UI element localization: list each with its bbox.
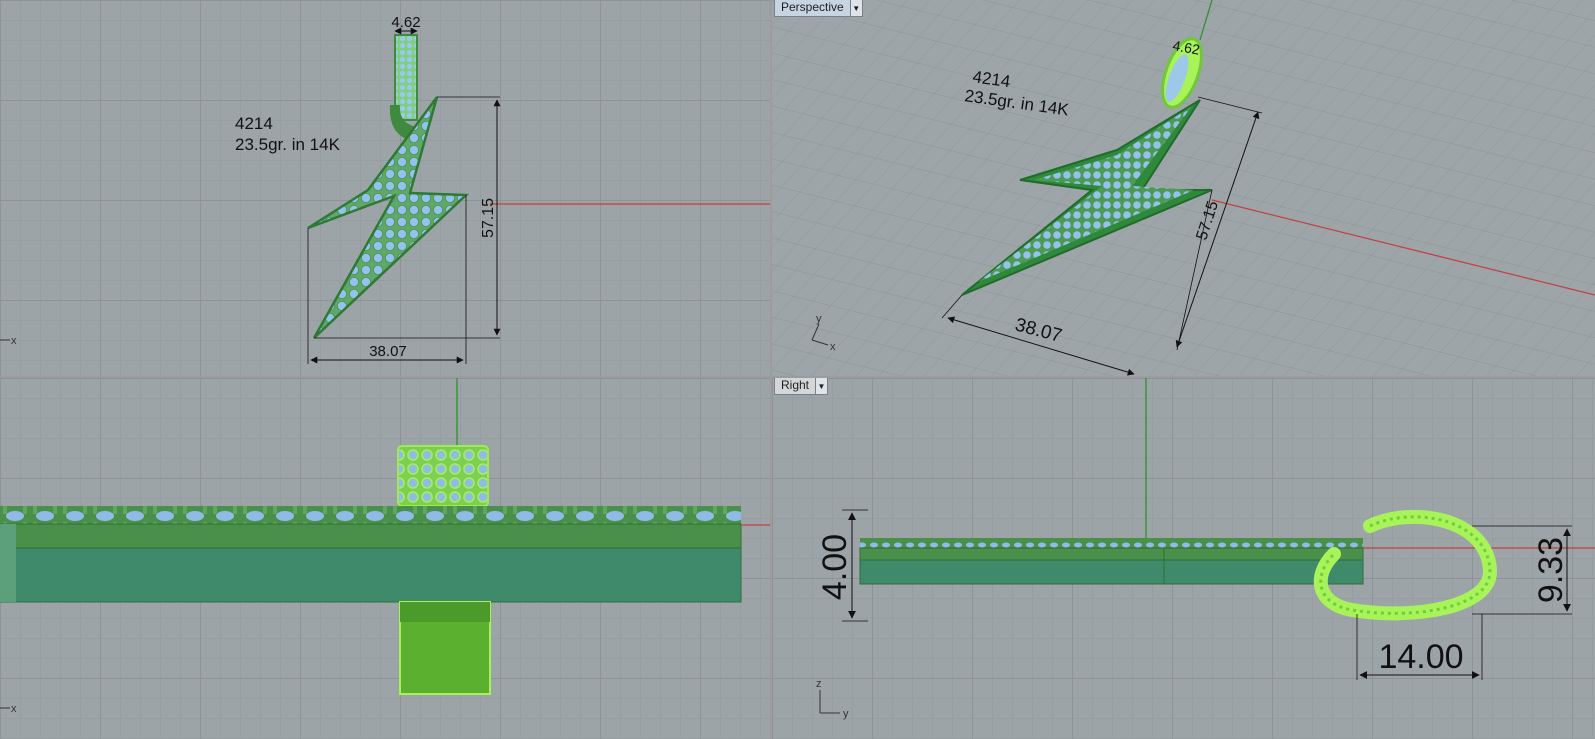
axis-label-y: y xyxy=(843,708,849,720)
viewport-tab-perspective[interactable]: Perspective ▼ xyxy=(774,0,863,17)
dim-label-ring-width: 4.62 xyxy=(391,14,420,31)
top-viewport-canvas[interactable]: 4.62 57.15 38.07 x xyxy=(0,0,770,376)
dim-label-height: 57.15 xyxy=(480,198,497,238)
perspective-viewport-canvas[interactable]: 4.62 57.15 38.07 4214 23.5gr. in 14K x y xyxy=(772,0,1595,376)
stone-settings-row xyxy=(0,506,741,524)
chevron-down-icon[interactable]: ▼ xyxy=(815,378,828,394)
chevron-down-icon[interactable]: ▼ xyxy=(849,0,862,16)
pendant-body-side xyxy=(859,559,1364,585)
viewport-tab-label[interactable]: Right xyxy=(775,378,816,394)
axis-label-x: x xyxy=(11,703,17,715)
right-viewport-canvas[interactable]: 4.00 9.33 14.00 z y xyxy=(772,378,1595,739)
stone-settings-row xyxy=(860,538,1363,548)
annotation-note: 4214 23.5gr. in 14K xyxy=(235,113,340,155)
pendant-body-top xyxy=(859,547,1364,561)
axis-label-y: y xyxy=(816,313,822,325)
note-weight: 23.5gr. in 14K xyxy=(235,135,340,154)
pendant-body-edge xyxy=(0,524,16,602)
dim-label-thickness: 4.00 xyxy=(816,534,854,600)
axis-label-x: x xyxy=(830,341,836,353)
front-viewport[interactable]: x xyxy=(0,378,770,739)
pendant-body-top xyxy=(0,523,742,549)
axis-label-z: z xyxy=(816,678,822,690)
perspective-viewport[interactable]: 4.62 57.15 38.07 4214 23.5gr. in 14K x y… xyxy=(772,0,1595,376)
front-viewport-canvas[interactable]: x xyxy=(0,378,770,739)
viewport-tab-right[interactable]: Right ▼ xyxy=(774,378,829,395)
pendant-bail-shadow xyxy=(400,602,490,622)
dim-label-width: 38.07 xyxy=(369,343,407,360)
axis-label-x: x xyxy=(11,335,17,347)
pendant-body-side xyxy=(0,547,742,603)
dim-label-ring-height: 9.33 xyxy=(1532,537,1570,603)
viewport-tab-label[interactable]: Perspective xyxy=(775,0,850,16)
dim-label-ring-depth: 14.00 xyxy=(1378,638,1463,676)
top-viewport[interactable]: 4.62 57.15 38.07 x 4214 23.5gr. in 14K xyxy=(0,0,770,376)
pendant-bail-ring xyxy=(397,445,489,507)
note-model-number: 4214 xyxy=(235,114,273,133)
right-viewport[interactable]: 4.00 9.33 14.00 z y Right ▼ xyxy=(772,378,1595,739)
